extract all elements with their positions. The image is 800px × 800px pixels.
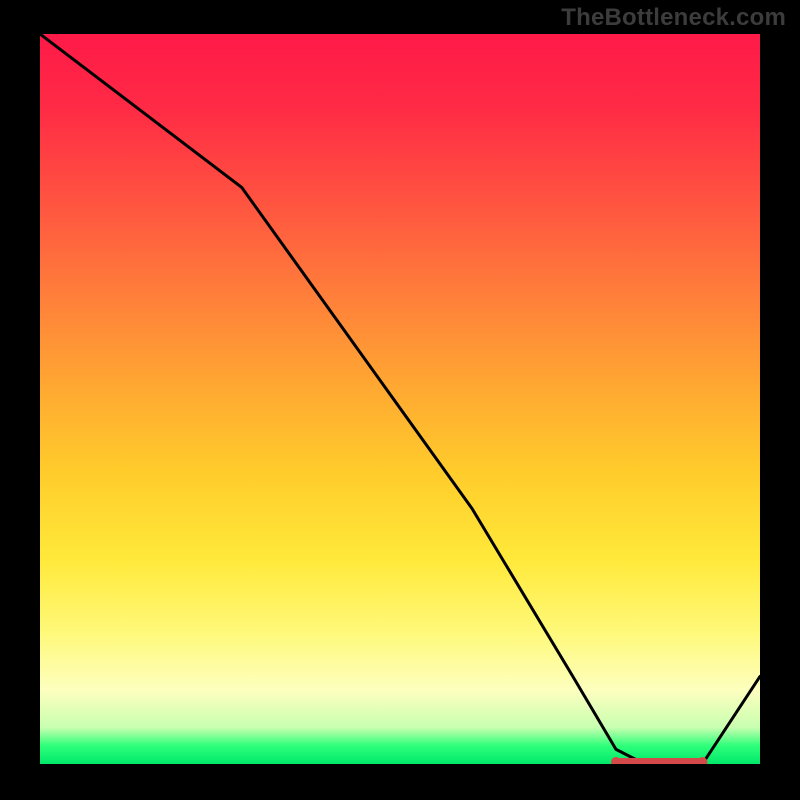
plot-area	[40, 34, 760, 764]
bottleneck-line	[40, 34, 760, 764]
watermark-text: TheBottleneck.com	[561, 4, 786, 32]
chart-frame: TheBottleneck.com	[0, 0, 800, 800]
chart-overlay	[40, 34, 760, 764]
optimal-range-marker	[616, 758, 702, 764]
